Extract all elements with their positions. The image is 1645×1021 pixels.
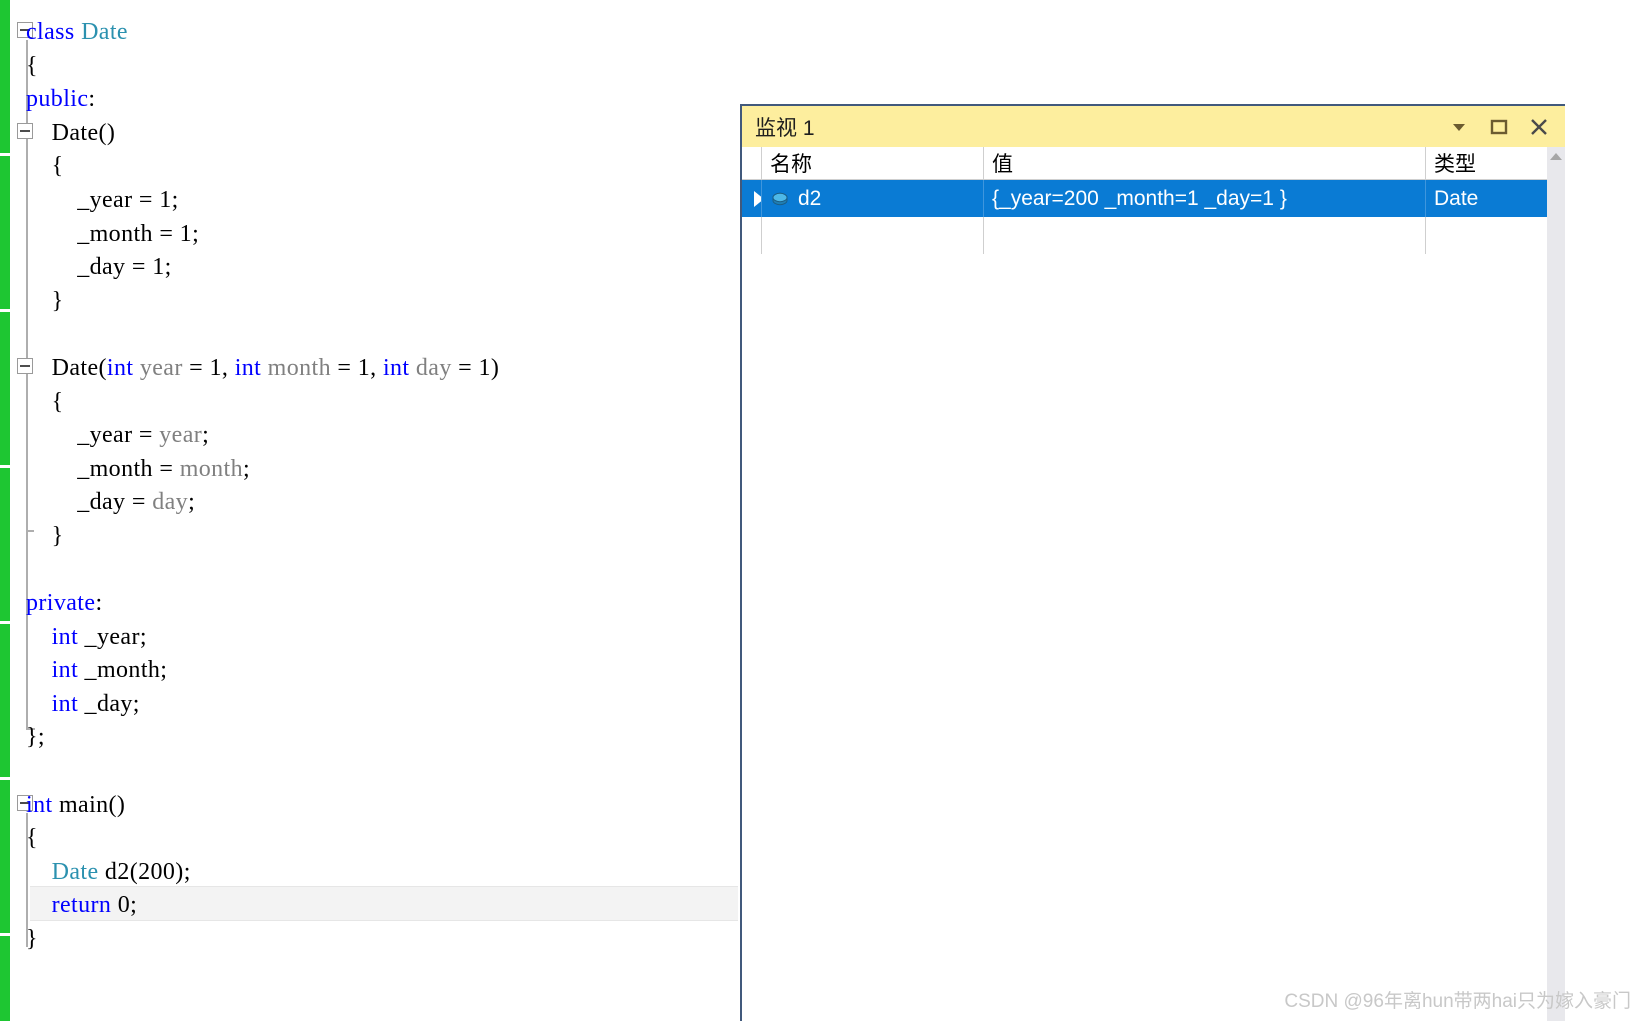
cell-name[interactable]: d2 — [762, 180, 984, 217]
change-bar-segment — [0, 61, 10, 92]
code-line[interactable]: } — [26, 923, 738, 957]
column-header-value[interactable]: 值 — [984, 147, 1426, 179]
change-bar-segment — [0, 841, 10, 872]
change-bar-segment — [0, 966, 10, 997]
change-bar-segment — [0, 217, 10, 248]
cell-type — [1426, 217, 1565, 254]
change-bar-segment — [0, 403, 10, 435]
code-line[interactable]: { — [26, 386, 738, 420]
change-bar-segment — [0, 373, 10, 404]
change-bar-segment — [0, 935, 10, 967]
row-expander — [742, 217, 762, 254]
column-header-type[interactable]: 类型 — [1426, 147, 1565, 179]
code-line[interactable]: public: — [26, 83, 738, 117]
watch-grid[interactable]: 名称 值 类型 d2 {_year=200 _month=1 _day=1 } Da… — [742, 147, 1565, 1021]
watch-window[interactable]: 监视 1 名称 值 类型 d2 {_year=200 _month=1 _day… — [740, 104, 1565, 1021]
code-line[interactable]: _day = 1; — [26, 251, 738, 285]
cell-value[interactable] — [984, 217, 1426, 254]
cell-type: Date — [1434, 186, 1479, 210]
change-bar-segment — [0, 810, 10, 842]
code-line[interactable]: _year = 1; — [26, 184, 738, 218]
watch-window-title: 监视 1 — [755, 116, 815, 140]
change-bar-segment — [0, 247, 10, 279]
column-header-name[interactable]: 名称 — [762, 147, 984, 179]
code-line[interactable]: } — [26, 285, 738, 319]
watch-window-controls — [1447, 115, 1565, 139]
change-bar-segment — [0, 715, 10, 747]
code-line[interactable]: _day = day; — [26, 486, 738, 520]
cell-name-text: d2 — [798, 186, 822, 210]
row-expander[interactable] — [742, 180, 762, 217]
change-bar-segment — [0, 434, 10, 465]
code-text[interactable]: class Date{public: Date() { _year = 1; _… — [26, 16, 738, 957]
change-bar-segment — [0, 529, 10, 560]
chevron-right-icon[interactable] — [754, 190, 761, 207]
cell-name[interactable] — [762, 217, 984, 254]
code-line[interactable]: int _day; — [26, 688, 738, 722]
float-window-icon[interactable] — [1487, 115, 1511, 139]
code-line[interactable]: return 0; — [26, 889, 738, 923]
change-indicator-bar — [0, 0, 10, 1021]
change-bar-segment — [0, 654, 10, 686]
code-line[interactable]: }; — [26, 721, 738, 755]
object-icon — [770, 189, 790, 209]
change-bar-segment — [0, 559, 10, 591]
close-icon[interactable] — [1527, 115, 1551, 139]
change-bar-segment — [0, 590, 10, 621]
code-line[interactable]: private: — [26, 587, 738, 621]
change-bar-segment — [0, 902, 10, 933]
change-bar-segment — [0, 155, 10, 187]
code-line[interactable]: class Date — [26, 16, 738, 50]
code-line[interactable] — [26, 318, 738, 352]
code-line[interactable]: Date d2(200); — [26, 856, 738, 890]
table-row[interactable] — [742, 217, 1565, 254]
change-bar-segment — [0, 0, 10, 31]
change-bar-segment — [0, 746, 10, 777]
change-bar-segment — [0, 342, 10, 374]
chevron-down-icon[interactable] — [1447, 115, 1471, 139]
watch-grid-header: 名称 值 类型 — [742, 147, 1565, 180]
change-bar-segment — [0, 186, 10, 218]
watch-window-titlebar[interactable]: 监视 1 — [742, 106, 1565, 147]
change-bar-segment — [0, 122, 10, 153]
table-row[interactable]: d2 {_year=200 _month=1 _day=1 } Date — [742, 180, 1565, 217]
column-header-expander — [742, 147, 762, 179]
code-line[interactable]: Date() — [26, 117, 738, 151]
change-bar-segment — [0, 623, 10, 655]
code-line[interactable]: int main() — [26, 789, 738, 823]
code-line[interactable]: _year = year; — [26, 419, 738, 453]
change-bar-segment — [0, 779, 10, 811]
code-line[interactable]: _month = month; — [26, 453, 738, 487]
change-bar-segment — [0, 498, 10, 530]
code-line[interactable]: { — [26, 150, 738, 184]
code-editor[interactable]: class Date{public: Date() { _year = 1; _… — [0, 0, 738, 1021]
code-line[interactable] — [26, 554, 738, 588]
code-line[interactable]: { — [26, 822, 738, 856]
code-line[interactable]: } — [26, 520, 738, 554]
scroll-up-arrow-icon[interactable] — [1547, 147, 1565, 165]
watch-grid-rows[interactable]: d2 {_year=200 _month=1 _day=1 } Date — [742, 180, 1565, 254]
change-bar-segment — [0, 311, 10, 343]
change-bar-segment — [0, 467, 10, 499]
code-line[interactable]: _month = 1; — [26, 218, 738, 252]
change-bar-segment — [0, 30, 10, 62]
change-bar-segment — [0, 997, 10, 1021]
change-bar-segment — [0, 871, 10, 903]
code-line[interactable] — [26, 755, 738, 789]
change-bar-segment — [0, 91, 10, 123]
cell-value[interactable]: {_year=200 _month=1 _day=1 } — [984, 180, 1426, 217]
watermark-text: CSDN @96年离hun带两hai只为嫁入豪门 — [1284, 991, 1631, 1012]
code-line[interactable]: Date(int year = 1, int month = 1, int da… — [26, 352, 738, 386]
code-line[interactable]: int _month; — [26, 654, 738, 688]
change-bar-segment — [0, 685, 10, 716]
code-line[interactable]: int _year; — [26, 621, 738, 655]
code-line[interactable]: { — [26, 50, 738, 84]
change-bar-segment — [0, 278, 10, 309]
watch-vertical-scrollbar[interactable] — [1547, 147, 1565, 1021]
